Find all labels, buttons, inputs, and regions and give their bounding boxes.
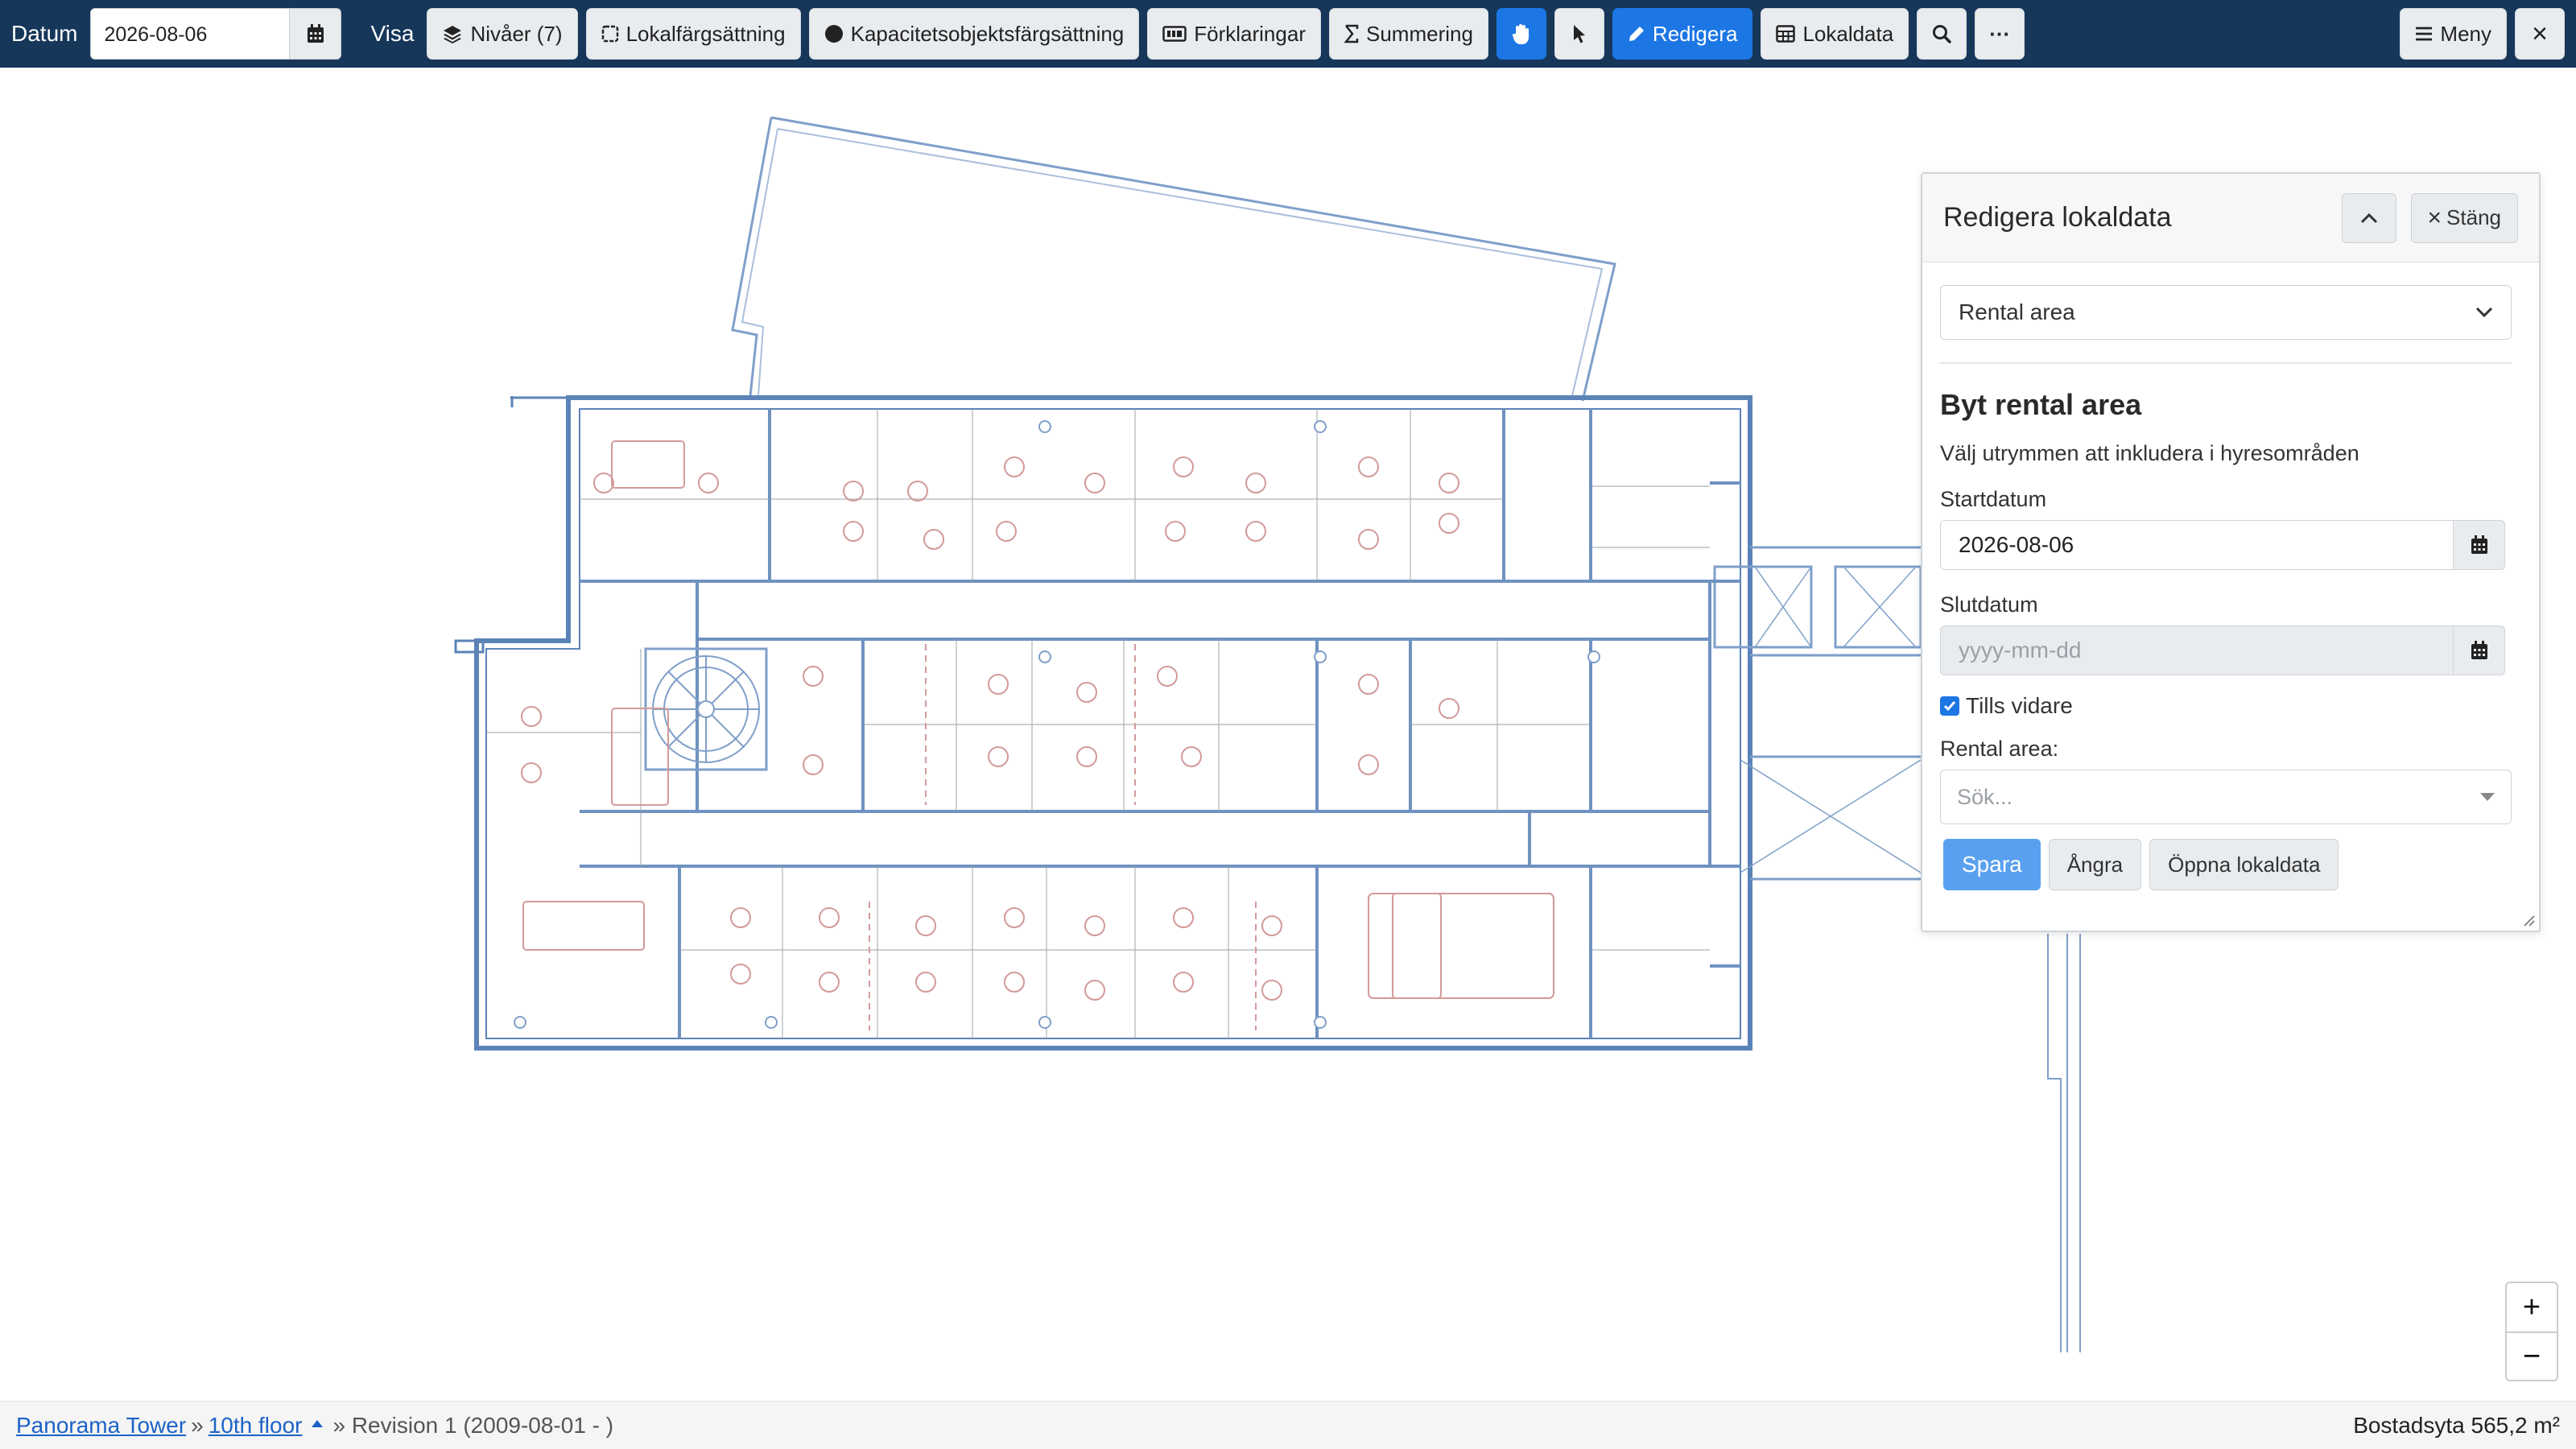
circle-icon	[824, 24, 844, 43]
pan-tool-button[interactable]	[1496, 8, 1546, 60]
toolbar: Datum 2026-08-06 Visa Nivåer (7) Lokalfä…	[0, 0, 2576, 68]
zoom-out-button[interactable]: −	[2507, 1331, 2557, 1380]
end-date-field: yyyy-mm-dd	[1940, 625, 2505, 675]
room-coloring-button[interactable]: Lokalfärgsättning	[585, 8, 801, 60]
dropdown-caret-icon	[2480, 793, 2495, 801]
start-date-input[interactable]: 2026-08-06	[1940, 520, 2454, 570]
room-coloring-label: Lokalfärgsättning	[625, 21, 786, 46]
collapse-button[interactable]	[2341, 192, 2396, 243]
more-label: ···	[1989, 21, 2011, 46]
revision-text: » Revision 1 (2009-08-01 - )	[332, 1412, 614, 1438]
panel-header: Redigera lokaldata × Stäng	[1922, 174, 2539, 262]
zoom-control: + −	[2505, 1282, 2558, 1381]
until-further-checkbox[interactable]	[1940, 696, 1959, 716]
menu-label: Meny	[2440, 21, 2491, 46]
breadcrumb-separator: »	[191, 1412, 204, 1438]
summation-label: Summering	[1365, 21, 1473, 46]
room-data-label: Lokaldata	[1802, 21, 1894, 46]
legends-button[interactable]: Förklaringar	[1147, 8, 1321, 60]
legend-icon	[1162, 26, 1187, 42]
chevron-down-icon	[2475, 307, 2493, 318]
calendar-icon	[2471, 535, 2487, 554]
summation-button[interactable]: Summering	[1328, 8, 1488, 60]
section-title: Byt rental area	[1940, 388, 2142, 421]
save-button[interactable]: Spara	[1943, 839, 2041, 890]
date-input[interactable]: 2026-08-06	[90, 8, 291, 60]
select-tool-button[interactable]	[1554, 8, 1604, 60]
view-label: Visa	[370, 21, 415, 46]
until-further-label: Tills vidare	[1966, 693, 2073, 718]
start-date-field: 2026-08-06	[1940, 520, 2505, 570]
status-bar: Panorama Tower » 10th floor » Revision 1…	[0, 1401, 2576, 1449]
rental-area-label: Rental area:	[1940, 737, 2059, 761]
resize-handle-icon[interactable]	[2521, 913, 2536, 927]
date-picker: 2026-08-06	[90, 8, 342, 60]
search-icon	[1933, 25, 1951, 43]
close-app-button[interactable]: ×	[2515, 8, 2565, 60]
pointer-icon	[1573, 25, 1585, 43]
floor-link[interactable]: 10th floor	[208, 1413, 303, 1439]
hamburger-icon	[2415, 26, 2433, 42]
zoom-in-button[interactable]: +	[2507, 1283, 2557, 1331]
section-description: Välj utrymmen att inkludera i hyresområd…	[1940, 441, 2359, 465]
rental-area-select[interactable]: Sök...	[1940, 770, 2512, 824]
edit-button[interactable]: Redigera	[1612, 8, 1753, 60]
area-summary: Bostadsyta 565,2 m²	[2353, 1412, 2560, 1438]
end-date-label: Slutdatum	[1940, 592, 2038, 617]
undo-button[interactable]: Ångra	[2048, 839, 2142, 890]
open-room-data-button[interactable]: Öppna lokaldata	[2149, 839, 2339, 890]
date-label: Datum	[11, 21, 78, 46]
divider	[1940, 362, 2512, 364]
end-date-calendar-button[interactable]	[2454, 625, 2505, 675]
close-x-icon: ×	[2427, 204, 2442, 231]
edit-label: Redigera	[1652, 21, 1738, 46]
room-data-button[interactable]: Lokaldata	[1761, 8, 1909, 60]
mode-select[interactable]: Rental area	[1940, 285, 2512, 340]
legends-label: Förklaringar	[1194, 21, 1306, 46]
sigma-icon	[1344, 24, 1359, 43]
levels-button[interactable]: Nivåer (7)	[427, 8, 578, 60]
close-panel-button[interactable]: × Stäng	[2410, 192, 2518, 243]
building-link[interactable]: Panorama Tower	[16, 1413, 186, 1439]
layers-icon	[442, 24, 463, 43]
levels-label: Nivåer (7)	[470, 21, 563, 46]
end-date-input[interactable]: yyyy-mm-dd	[1940, 625, 2454, 675]
pencil-icon	[1628, 25, 1645, 43]
capacity-coloring-button[interactable]: Kapacitetsobjektsfärgsättning	[808, 8, 1140, 60]
close-panel-label: Stäng	[2446, 205, 2501, 229]
checkmark-icon	[1943, 701, 1956, 712]
calendar-icon	[307, 24, 324, 43]
panel-title: Redigera lokaldata	[1943, 202, 2172, 233]
menu-button[interactable]: Meny	[2400, 8, 2507, 60]
calendar-button[interactable]	[290, 8, 342, 60]
until-further-row: Tills vidare	[1940, 693, 2512, 719]
mode-select-value: Rental area	[1959, 299, 2075, 324]
rental-area-placeholder: Sök...	[1957, 784, 2013, 809]
edit-room-data-panel: Redigera lokaldata × Stäng Rental area B…	[1921, 172, 2541, 932]
hand-icon	[1512, 24, 1529, 44]
square-dashed-icon	[601, 25, 619, 43]
close-icon: ×	[2532, 18, 2548, 49]
more-button[interactable]: ···	[1975, 8, 2025, 60]
search-button[interactable]	[1917, 8, 1967, 60]
panel-actions: Spara Ångra Öppna lokaldata	[1940, 839, 2512, 890]
capacity-coloring-label: Kapacitetsobjektsfärgsättning	[850, 21, 1125, 46]
start-date-label: Startdatum	[1940, 487, 2047, 511]
floor-caret-icon[interactable]	[312, 1420, 324, 1427]
table-icon	[1776, 25, 1796, 43]
chevron-up-icon	[2360, 213, 2377, 223]
calendar-icon	[2471, 641, 2487, 659]
start-date-calendar-button[interactable]	[2454, 520, 2505, 570]
